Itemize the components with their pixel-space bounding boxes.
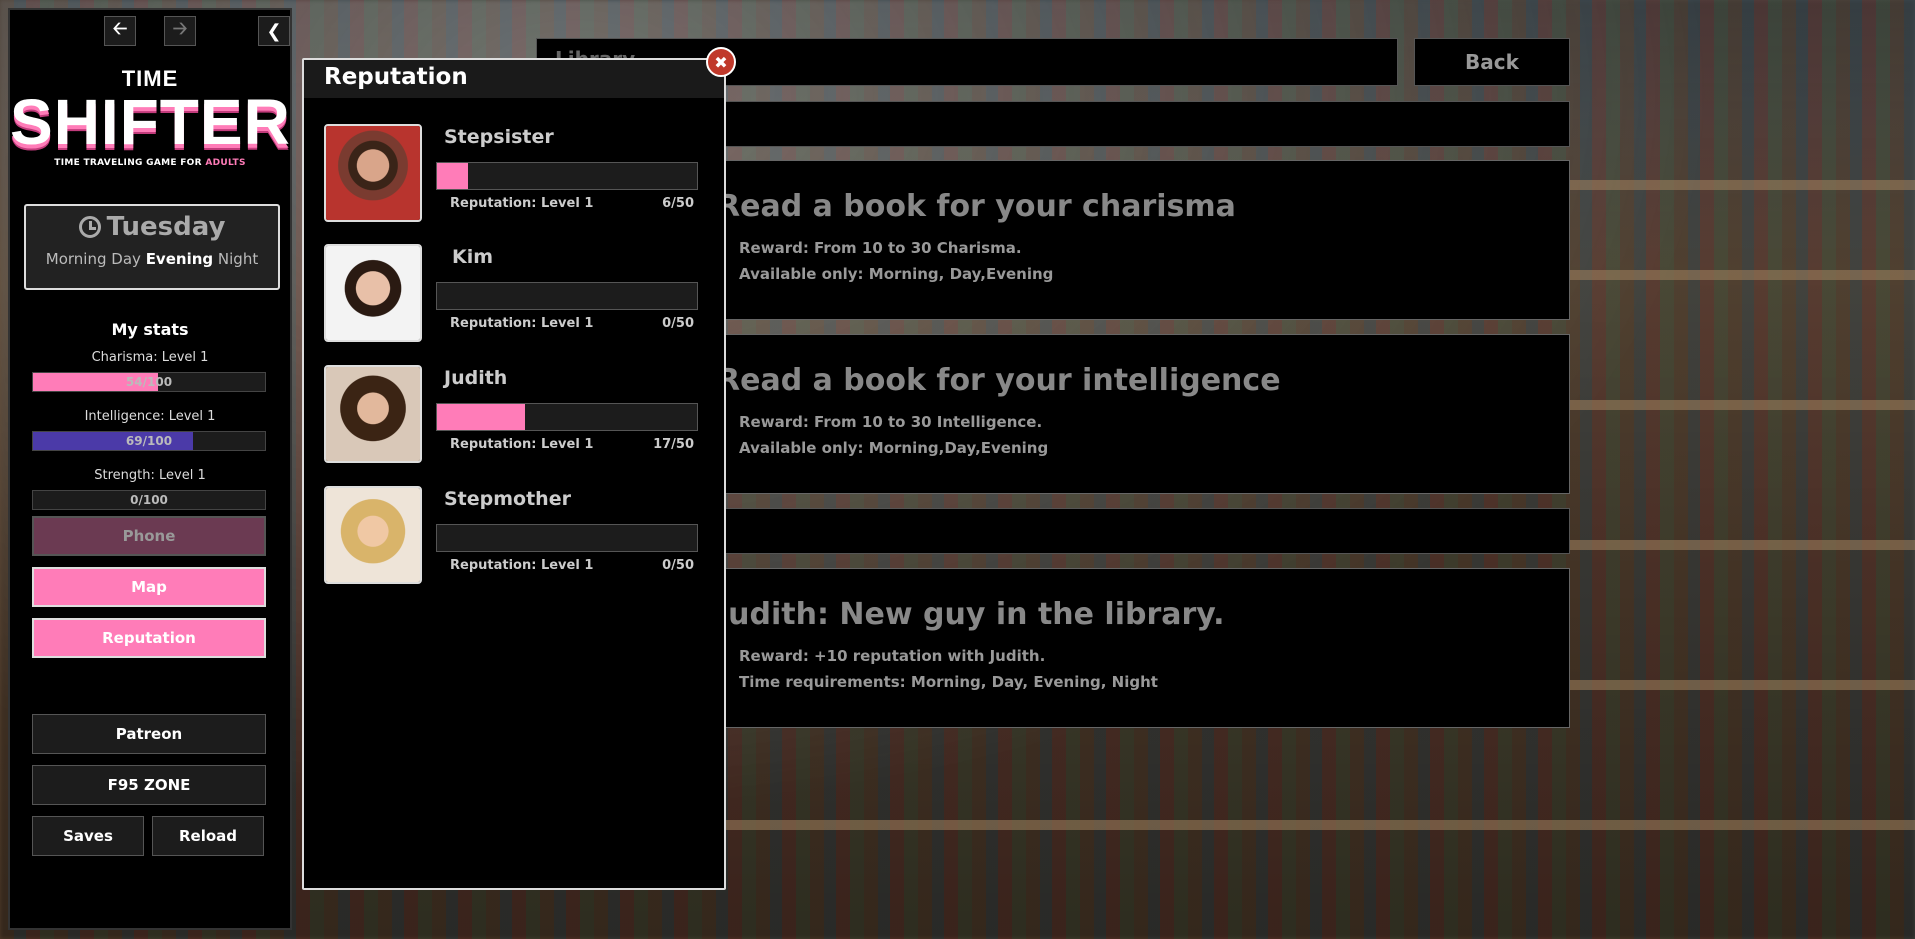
portrait-stepmother — [324, 486, 422, 584]
sidebar: 🡠 🡢 ❮ TIME SHIFTER TIME TRAVELING GAME F… — [8, 8, 292, 930]
card-title: Read a book for your charisma — [717, 189, 1236, 224]
logo-line2: SHIFTER — [10, 86, 291, 158]
card-availability: Available only: Morning,Day,Evening — [739, 439, 1049, 457]
day-name: Tuesday — [106, 212, 226, 242]
back-button[interactable]: Back — [1414, 38, 1570, 86]
arrow-left-icon: 🡠 — [112, 18, 128, 39]
map-button[interactable]: Map — [32, 567, 266, 607]
close-reputation-button[interactable]: ✖ — [706, 47, 736, 77]
arrow-right-icon: 🡢 — [172, 18, 188, 39]
charisma-bar: 54/100 — [32, 372, 266, 392]
time-morning: Morning — [45, 250, 107, 268]
card-time-requirements: Time requirements: Morning, Day, Evening… — [739, 673, 1158, 691]
time-of-day-list: Morning Day Evening Night — [26, 250, 278, 268]
character-name: Stepsister — [444, 126, 554, 148]
chevron-left-icon: ❮ — [266, 20, 282, 42]
reputation-bar — [436, 282, 698, 310]
intelligence-label: Intelligence: Level 1 — [84, 409, 216, 424]
stats-title: My stats — [111, 320, 189, 339]
reputation-level: Reputation: Level 1 — [450, 437, 594, 452]
time-day: Day — [111, 250, 141, 268]
card-reward: Reward: From 10 to 30 Charisma. — [739, 239, 1022, 257]
reputation-button[interactable]: Reputation — [32, 618, 266, 658]
portrait-judith — [324, 365, 422, 463]
portrait-kim — [324, 244, 422, 342]
strength-label: Strength: Level 1 — [94, 468, 206, 483]
bookshelf — [560, 820, 1915, 830]
reputation-level: Reputation: Level 1 — [450, 558, 594, 573]
charisma-label: Charisma: Level 1 — [91, 350, 209, 365]
reputation-level: Reputation: Level 1 — [450, 316, 594, 331]
time-evening: Evening — [145, 250, 214, 268]
card-title: Judith: New guy in the library. — [717, 597, 1225, 632]
reputation-points: 17/50 — [653, 437, 694, 452]
time-night: Night — [217, 250, 259, 268]
character-judith[interactable]: Judith Reputation: Level 1 17/50 — [324, 365, 714, 465]
intelligence-bar: 69/100 — [32, 431, 266, 451]
reputation-panel: Reputation Stepsister Reputation: Level … — [302, 58, 726, 890]
f95-zone-button[interactable]: F95 ZONE — [32, 765, 266, 805]
reputation-bar — [436, 524, 698, 552]
character-name: Kim — [452, 246, 494, 268]
collapse-sidebar-button[interactable]: ❮ — [258, 16, 290, 46]
phone-button[interactable]: Phone — [32, 516, 266, 556]
reputation-points: 0/50 — [662, 316, 694, 331]
character-stepmother[interactable]: Stepmother Reputation: Level 1 0/50 — [324, 486, 714, 586]
close-icon: ✖ — [714, 52, 728, 72]
character-kim[interactable]: Kim Reputation: Level 1 0/50 — [324, 244, 714, 344]
reputation-points: 0/50 — [662, 558, 694, 573]
reload-button[interactable]: Reload — [152, 816, 264, 856]
clock-icon — [78, 216, 101, 238]
saves-button[interactable]: Saves — [32, 816, 144, 856]
patreon-button[interactable]: Patreon — [32, 714, 266, 754]
character-name: Stepmother — [444, 488, 571, 510]
reputation-bar — [436, 403, 698, 431]
card-reward: Reward: +10 reputation with Judith. — [739, 647, 1046, 665]
reputation-header: Reputation — [304, 60, 724, 98]
forward-nav-button[interactable]: 🡢 — [164, 16, 196, 46]
logo-tagline: TIME TRAVELING GAME FOR ADULTS — [54, 158, 246, 168]
reputation-bar — [436, 162, 698, 190]
back-nav-button[interactable]: 🡠 — [104, 16, 136, 46]
reputation-title: Reputation — [324, 64, 468, 90]
character-stepsister[interactable]: Stepsister Reputation: Level 1 6/50 — [324, 124, 714, 224]
reputation-points: 6/50 — [662, 196, 694, 211]
card-title: Read a book for your intelligence — [717, 363, 1281, 398]
reputation-level: Reputation: Level 1 — [450, 196, 594, 211]
card-availability: Available only: Morning, Day,Evening — [739, 265, 1054, 283]
character-name: Judith — [444, 367, 508, 389]
card-reward: Reward: From 10 to 30 Intelligence. — [739, 413, 1043, 431]
portrait-stepsister — [324, 124, 422, 222]
game-logo: TIME SHIFTER TIME TRAVELING GAME FOR ADU… — [10, 66, 290, 168]
day-panel: Tuesday Morning Day Evening Night — [24, 204, 280, 290]
strength-bar: 0/100 — [32, 490, 266, 510]
